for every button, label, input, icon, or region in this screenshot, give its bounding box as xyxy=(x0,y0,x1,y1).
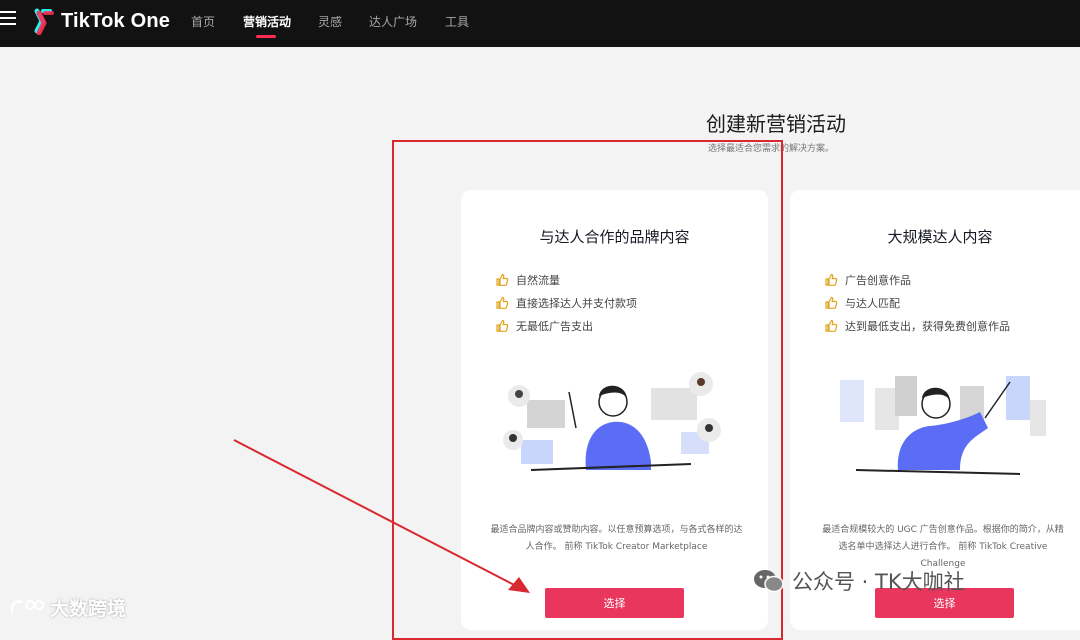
nav-tools[interactable]: 工具 xyxy=(445,13,469,30)
feature-text: 直接选择达人并支付款项 xyxy=(516,296,637,310)
feature-item: 无最低广告支出 xyxy=(495,314,637,337)
watermark-text: 公众号 · TK大咖社 xyxy=(792,570,965,594)
menu-icon[interactable] xyxy=(0,11,16,27)
nav-creator-marketplace[interactable]: 达人广场 xyxy=(369,13,417,30)
card-title: 大规模达人内容 xyxy=(887,228,993,246)
feature-text: 达到最低支出，获得免费创意作品 xyxy=(845,319,1010,333)
feature-item: 广告创意作品 xyxy=(824,268,1010,291)
feature-list: 广告创意作品 与达人匹配 达到最低支出，获得免费创意作品 xyxy=(824,268,1010,337)
nav-inspiration[interactable]: 灵感 xyxy=(318,13,342,30)
thumbs-up-icon xyxy=(496,319,509,332)
tiktok-logo-icon xyxy=(34,8,54,35)
feature-text: 自然流量 xyxy=(516,273,560,287)
feature-text: 无最低广告支出 xyxy=(516,319,593,333)
top-navigation-bar: TikTok One 首页 营销活动 灵感 达人广场 工具 xyxy=(0,0,1080,47)
page-title: 创建新营销活动 xyxy=(706,112,846,136)
watermark-dashu: 大数跨境 xyxy=(8,594,126,621)
feature-item: 与达人匹配 xyxy=(824,291,1010,314)
feature-list: 自然流量 直接选择达人并支付款项 无最低广告支出 xyxy=(495,268,637,337)
select-button[interactable]: 选择 xyxy=(545,588,684,618)
thumbs-up-icon xyxy=(825,319,838,332)
campaign-option-card-branded-content[interactable]: 与达人合作的品牌内容 自然流量 直接选择达人并支付款项 无最低广告支出 最适合品… xyxy=(461,190,768,630)
feature-item: 自然流量 xyxy=(495,268,637,291)
dashu-logo-icon xyxy=(10,599,44,613)
thumbs-up-icon xyxy=(496,273,509,286)
card-title: 与达人合作的品牌内容 xyxy=(539,228,690,246)
watermark-wechat: 公众号 · TK大咖社 xyxy=(752,566,965,596)
campaign-option-card-ugc-content[interactable]: 大规模达人内容 广告创意作品 与达人匹配 达到最低支出，获得免费创意作品 最适合… xyxy=(790,190,1080,630)
watermark-text: 大数跨境 xyxy=(50,598,127,620)
thumbs-up-icon xyxy=(825,296,838,309)
nav-campaigns[interactable]: 营销活动 xyxy=(243,13,291,30)
creator-collaboration-illustration xyxy=(503,372,721,471)
feature-item: 直接选择达人并支付款项 xyxy=(495,291,637,314)
nav-home[interactable]: 首页 xyxy=(191,13,215,30)
feature-text: 广告创意作品 xyxy=(845,273,911,287)
feature-text: 与达人匹配 xyxy=(845,296,900,310)
active-tab-indicator xyxy=(256,35,276,38)
brand-name: TikTok One xyxy=(61,9,171,32)
thumbs-up-icon xyxy=(496,296,509,309)
thumbs-up-icon xyxy=(825,273,838,286)
ugc-content-illustration xyxy=(840,376,1046,475)
wechat-icon xyxy=(754,570,784,593)
page-subtitle: 选择最适合您需求的解决方案。 xyxy=(708,144,835,154)
feature-item: 达到最低支出，获得免费创意作品 xyxy=(824,314,1010,337)
tiktok-one-logo[interactable]: TikTok One xyxy=(28,5,170,37)
card-description: 最适合品牌内容或赞助内容。以任意预算选项，与各式各样的达人合作。 前称 TikT… xyxy=(490,525,743,552)
